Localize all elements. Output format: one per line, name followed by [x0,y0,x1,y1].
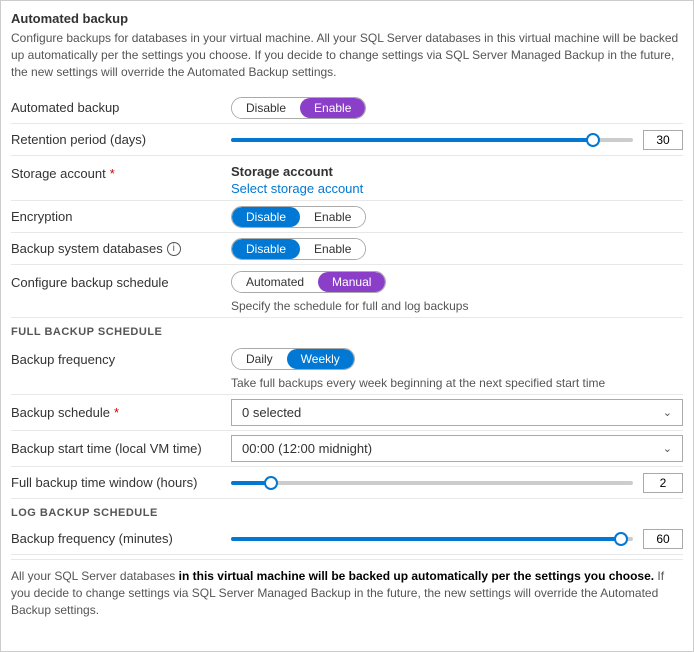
configure-backup-info-text: Specify the schedule for full and log ba… [231,299,468,313]
bottom-note-bold1: in this virtual machine will be backed u… [179,569,654,583]
log-backup-frequency-track[interactable] [231,537,633,541]
retention-period-value[interactable] [643,130,683,150]
full-backup-time-window-track[interactable] [231,481,633,485]
configure-backup-manual-btn[interactable]: Manual [318,272,385,292]
retention-period-label: Retention period (days) [11,132,146,147]
storage-account-section-label: Storage account [231,164,363,179]
encryption-label: Encryption [11,209,72,224]
backup-schedule-required: * [114,405,119,420]
page-title: Automated backup [11,11,683,26]
bottom-note: All your SQL Server databases in this vi… [11,559,683,626]
storage-account-required: * [110,166,115,181]
backup-schedule-value: 0 selected [242,405,301,420]
log-backup-frequency-label: Backup frequency (minutes) [11,531,173,546]
encryption-toggle[interactable]: Disable Enable [231,206,366,228]
backup-schedule-chevron-icon: ⌄ [663,406,672,419]
bottom-note-text1: All your SQL Server databases [11,569,179,583]
configure-backup-automated-btn[interactable]: Automated [232,272,318,292]
full-backup-section-header: FULL BACKUP SCHEDULE [11,318,683,342]
backup-system-db-label: Backup system databases [11,241,163,256]
automated-backup-disable-btn[interactable]: Disable [232,98,300,118]
automated-backup-enable-btn[interactable]: Enable [300,98,365,118]
backup-schedule-label: Backup schedule [11,405,110,420]
retention-slider-thumb[interactable] [586,133,600,147]
storage-account-link[interactable]: Select storage account [231,181,363,196]
encryption-disable-btn[interactable]: Disable [232,207,300,227]
storage-account-label: Storage account [11,166,106,181]
full-backup-time-window-thumb[interactable] [264,476,278,490]
log-backup-frequency-value[interactable] [643,529,683,549]
full-backup-time-window-value[interactable] [643,473,683,493]
storage-account-section: Storage account Select storage account [231,164,363,196]
log-backup-frequency-thumb[interactable] [614,532,628,546]
backup-start-time-dropdown[interactable]: 00:00 (12:00 midnight) ⌄ [231,435,683,462]
backup-system-db-toggle[interactable]: Disable Enable [231,238,366,260]
backup-frequency-daily-btn[interactable]: Daily [232,349,287,369]
log-backup-section-header: LOG BACKUP SCHEDULE [11,499,683,523]
page-description: Configure backups for databases in your … [11,30,683,80]
backup-frequency-weekly-btn[interactable]: Weekly [287,349,354,369]
backup-start-time-label: Backup start time (local VM time) [11,441,202,456]
retention-slider-track[interactable] [231,138,633,142]
encryption-enable-btn[interactable]: Enable [300,207,365,227]
backup-system-db-enable-btn[interactable]: Enable [300,239,365,259]
configure-backup-schedule-label: Configure backup schedule [11,275,169,290]
backup-frequency-toggle[interactable]: Daily Weekly [231,348,355,370]
backup-schedule-dropdown[interactable]: 0 selected ⌄ [231,399,683,426]
backup-frequency-info-text: Take full backups every week beginning a… [231,376,605,390]
backup-system-db-disable-btn[interactable]: Disable [232,239,300,259]
automated-backup-toggle[interactable]: Disable Enable [231,97,366,119]
configure-backup-schedule-toggle[interactable]: Automated Manual [231,271,386,293]
backup-start-time-chevron-icon: ⌄ [663,442,672,455]
backup-frequency-label: Backup frequency [11,352,115,367]
backup-start-time-value: 00:00 (12:00 midnight) [242,441,372,456]
automated-backup-label: Automated backup [11,100,119,115]
backup-system-db-info-icon[interactable]: i [167,242,181,256]
full-backup-time-window-label: Full backup time window (hours) [11,475,197,490]
